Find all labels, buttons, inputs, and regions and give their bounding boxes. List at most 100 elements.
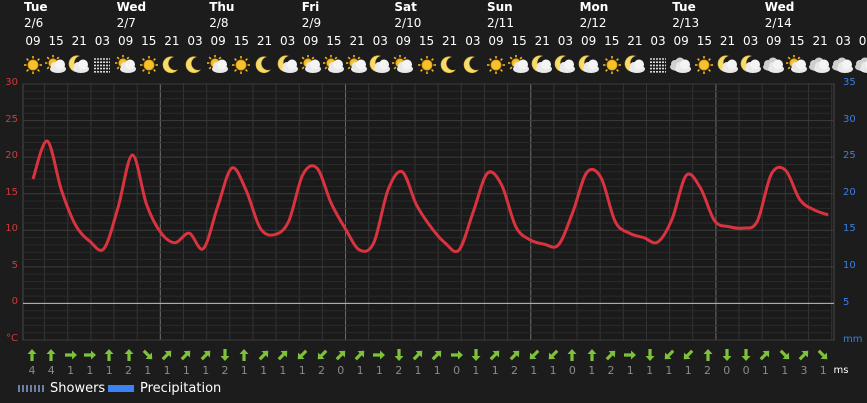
wind-arrow-icon bbox=[120, 348, 138, 362]
wind-speed: 1 bbox=[356, 364, 364, 377]
temp-tick-label: 5 bbox=[11, 259, 18, 271]
wind-arrow-icon bbox=[139, 348, 157, 362]
wind-speed: 2 bbox=[125, 364, 132, 377]
wind-speed: 1 bbox=[298, 364, 306, 377]
wind-arrow-icon bbox=[428, 348, 446, 362]
wind-arrow-icon bbox=[621, 348, 639, 362]
wind-arrow-icon bbox=[486, 348, 504, 362]
temperature-chart bbox=[22, 83, 835, 341]
temp-tick-label: 10 bbox=[5, 223, 18, 235]
precip-unit-label: mm bbox=[843, 334, 863, 345]
wind-arrow-icon bbox=[274, 348, 292, 362]
wind-speed: 1 bbox=[375, 364, 383, 377]
wind-speed: 1 bbox=[433, 364, 441, 377]
wind-speed: 1 bbox=[144, 364, 152, 377]
wind-arrow-icon bbox=[351, 348, 369, 362]
wind-speed: 2 bbox=[511, 364, 518, 377]
temp-tick-label: 0 bbox=[11, 296, 18, 308]
wind-arrow-icon bbox=[235, 348, 253, 362]
wind-arrow-icon bbox=[177, 348, 195, 362]
wind-unit-label: ms bbox=[833, 365, 849, 376]
wind-speed: 4 bbox=[47, 364, 55, 377]
wind-arrow-icon bbox=[467, 348, 485, 362]
wind-arrow-icon bbox=[62, 348, 80, 362]
wind-speed: 2 bbox=[318, 364, 325, 377]
wind-arrow-icon bbox=[100, 348, 118, 362]
temp-tick-label: 20 bbox=[5, 150, 18, 162]
precipitation-swatch bbox=[108, 385, 134, 392]
wind-speed: 1 bbox=[67, 364, 75, 377]
wind-arrow-icon bbox=[506, 348, 524, 362]
temp-tick-label: 15 bbox=[5, 186, 18, 198]
wind-arrow-icon bbox=[756, 348, 774, 362]
wind-speed: 2 bbox=[607, 364, 615, 377]
legend-precipitation[interactable]: Precipitation bbox=[140, 381, 221, 396]
wind-speed: 4 bbox=[28, 364, 36, 377]
wind-speed: 1 bbox=[781, 364, 789, 377]
wind-speed: 1 bbox=[163, 364, 171, 377]
wind-speed: 1 bbox=[105, 364, 113, 377]
wind-arrow-icon bbox=[293, 348, 311, 362]
wind-arrow-icon bbox=[583, 348, 601, 362]
wind-speed: 1 bbox=[86, 364, 94, 377]
wind-arrow-icon bbox=[390, 348, 408, 362]
wind-speed: 1 bbox=[414, 364, 422, 377]
showers-swatch bbox=[18, 385, 44, 392]
wind-speed: 0 bbox=[568, 364, 576, 377]
wind-arrow-icon bbox=[679, 348, 697, 362]
wind-arrow-icon bbox=[814, 348, 832, 362]
precip-tick-label: 10 bbox=[843, 260, 856, 271]
wind-arrow-icon bbox=[602, 348, 620, 362]
wind-speed: 1 bbox=[530, 364, 538, 377]
precip-tick-label: 5 bbox=[843, 296, 850, 308]
wind-arrow-icon bbox=[332, 348, 350, 362]
wind-arrow-icon bbox=[197, 348, 215, 362]
wind-speed: 1 bbox=[202, 364, 210, 377]
temp-unit-label: °C bbox=[6, 333, 18, 344]
wind-arrow-icon bbox=[525, 348, 543, 362]
wind-speed: 1 bbox=[819, 364, 827, 377]
wind-speed: 0 bbox=[337, 364, 345, 377]
precip-tick-label: 30 bbox=[843, 113, 856, 125]
wind-arrow-icon bbox=[660, 348, 678, 362]
plot-area bbox=[22, 83, 835, 341]
wind-arrow-icon bbox=[737, 348, 755, 362]
wind-speed: 0 bbox=[453, 364, 461, 377]
wind-arrow-icon bbox=[544, 348, 562, 362]
precip-tick-label: 15 bbox=[843, 223, 856, 235]
wind-speed: 1 bbox=[279, 364, 287, 377]
wind-arrow-icon bbox=[216, 348, 234, 362]
wind-arrow-icon bbox=[42, 348, 60, 362]
wind-arrow-icon bbox=[313, 348, 331, 362]
wind-speed: 1 bbox=[588, 364, 596, 377]
wind-speed: 1 bbox=[646, 364, 654, 377]
wind-speed: 1 bbox=[665, 364, 673, 377]
wind-arrow-icon bbox=[255, 348, 273, 362]
wind-arrow-icon bbox=[776, 348, 794, 362]
wind-speed: 1 bbox=[684, 364, 692, 377]
wind-arrow-icon bbox=[795, 348, 813, 362]
wind-arrow-icon bbox=[370, 348, 388, 362]
wind-speed: 0 bbox=[723, 364, 731, 377]
wind-arrow-icon bbox=[81, 348, 99, 362]
wind-speed: 1 bbox=[240, 364, 248, 377]
wind-arrow-icon bbox=[563, 348, 581, 362]
temp-tick-label: 25 bbox=[5, 113, 18, 125]
wind-arrow-icon bbox=[641, 348, 659, 362]
wind-speed: 1 bbox=[491, 364, 499, 377]
wind-arrow-icon bbox=[23, 348, 41, 362]
legend-showers[interactable]: Showers bbox=[50, 381, 105, 396]
wind-speed: 1 bbox=[626, 364, 634, 377]
temp-tick-label: 30 bbox=[5, 77, 18, 88]
wind-speed: 0 bbox=[742, 364, 750, 377]
wind-speed: 1 bbox=[549, 364, 557, 377]
wind-speed: 2 bbox=[221, 364, 229, 377]
wind-speed: 2 bbox=[395, 364, 403, 377]
weather-forecast-chart: Tue 2/6 Wed 2/7 Thu 2/8 Fri 2/9 Sat 2/10 Sun 2/11 Mo… bbox=[0, 0, 867, 403]
wind-speed: 1 bbox=[182, 364, 190, 377]
wind-speed: 3 bbox=[800, 364, 808, 377]
wind-speed: 2 bbox=[704, 364, 711, 377]
wind-speed: 1 bbox=[761, 364, 769, 377]
wind-speed: 1 bbox=[472, 364, 480, 377]
precip-tick-label: 20 bbox=[843, 186, 856, 198]
